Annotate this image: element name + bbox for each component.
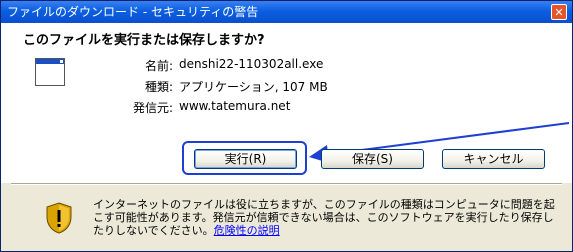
application-window-icon <box>35 58 65 86</box>
name-label: 名前: <box>144 59 173 73</box>
close-icon: ✕ <box>554 6 564 19</box>
close-button[interactable]: ✕ <box>551 4 567 20</box>
security-warning: インターネットのファイルは役に立ちますが、このファイルの種類はコンピュータに問題… <box>93 198 563 237</box>
warning-text: インターネットのファイルは役に立ちますが、このファイルの種類はコンピュータに問題… <box>93 198 555 237</box>
dialog-question: このファイルを実行または保存しますか? <box>23 33 265 48</box>
cancel-button[interactable]: キャンセル <box>442 149 545 169</box>
save-button[interactable]: 保存(S) <box>321 149 424 169</box>
source-label: 発信元: <box>132 101 173 115</box>
file-source: www.tatemura.net <box>179 99 291 113</box>
run-button[interactable]: 実行(R) <box>194 149 297 169</box>
download-dialog: ファイルのダウンロード - セキュリティの警告 ✕ このファイルを実行または保存… <box>0 0 573 252</box>
shield-icon <box>45 202 73 234</box>
file-type: アプリケーション, 107 MB <box>179 80 328 94</box>
title-bar[interactable]: ファイルのダウンロード - セキュリティの警告 ✕ <box>1 1 572 23</box>
file-name: denshi22-110302all.exe <box>179 57 324 71</box>
divider <box>11 183 562 185</box>
window-title: ファイルのダウンロード - セキュリティの警告 <box>7 5 259 19</box>
risk-explanation-link[interactable]: 危険性の説明 <box>214 224 280 237</box>
type-label: 種類: <box>144 80 173 94</box>
